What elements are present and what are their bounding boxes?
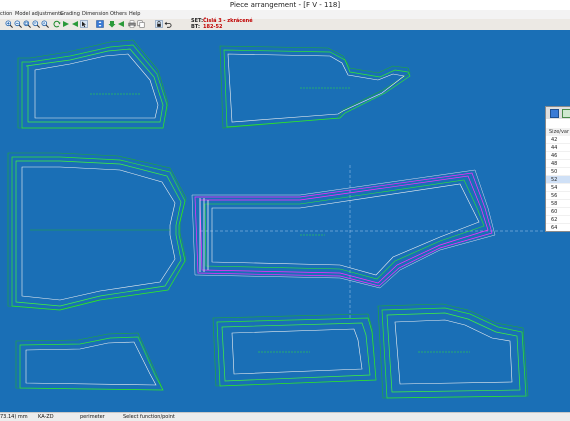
zoom-all-icon[interactable]: A <box>41 20 49 28</box>
menu-item-action[interactable]: ction <box>0 10 12 19</box>
zoom-previous-icon[interactable]: P <box>32 20 40 28</box>
size-row-56[interactable]: 56 <box>546 192 570 200</box>
grid-icon[interactable] <box>550 109 559 118</box>
menu-item-grading[interactable]: Grading <box>60 10 80 19</box>
move-piece-icon[interactable] <box>96 20 104 28</box>
menu-item-others[interactable]: Others <box>110 10 127 19</box>
svg-text:P: P <box>34 22 36 26</box>
refresh-icon[interactable] <box>53 20 61 28</box>
arrow-right-icon[interactable] <box>62 20 70 28</box>
size-row-42[interactable]: 42 <box>546 136 570 144</box>
marker-canvas[interactable] <box>0 30 570 412</box>
zoom-out-icon[interactable] <box>14 20 22 28</box>
size-row-60[interactable]: 60 <box>546 208 570 216</box>
piece-lock-icon[interactable] <box>155 20 163 28</box>
drawing-area[interactable] <box>0 30 570 412</box>
print-icon[interactable] <box>128 20 136 28</box>
pattern-piece[interactable] <box>15 332 164 391</box>
zoom-window-icon[interactable] <box>23 20 31 28</box>
window-title: Piece arrangement - [F V - 118] <box>229 1 341 9</box>
zoom-in-icon[interactable] <box>5 20 13 28</box>
menu-item-model-adjustments[interactable]: Model adjustments <box>15 10 63 19</box>
size-row-50[interactable]: 50 <box>546 168 570 176</box>
size-row-62[interactable]: 62 <box>546 216 570 224</box>
window-title-bar: Piece arrangement - [F V - 118] <box>0 0 570 10</box>
pattern-piece[interactable] <box>212 313 377 387</box>
size-column-header: Size/var <box>546 128 570 136</box>
menu-item-dimension[interactable]: Dimension <box>82 10 109 19</box>
pattern-piece[interactable] <box>219 45 411 129</box>
size-panel-toolbar <box>546 107 570 119</box>
size-row-46[interactable]: 46 <box>546 152 570 160</box>
pattern-piece[interactable] <box>377 303 529 399</box>
piece-icon[interactable] <box>562 109 570 118</box>
arrow-down-icon[interactable] <box>108 20 116 28</box>
size-variant-panel: Size/var 42 44 46 48 50 52 54 56 58 60 6… <box>545 106 570 232</box>
size-row-48[interactable]: 48 <box>546 160 570 168</box>
pattern-piece[interactable] <box>17 39 169 129</box>
menu-item-help[interactable]: Help <box>129 10 140 19</box>
arrow-left-icon[interactable] <box>117 20 125 28</box>
size-row-54[interactable]: 54 <box>546 184 570 192</box>
size-row-52[interactable]: 52 <box>546 176 570 184</box>
pattern-piece[interactable] <box>7 152 187 311</box>
size-row-44[interactable]: 44 <box>546 144 570 152</box>
size-row-58[interactable]: 58 <box>546 200 570 208</box>
pointer-icon[interactable] <box>80 20 88 28</box>
undo-icon[interactable] <box>164 20 172 28</box>
arrow-left-icon[interactable] <box>71 20 79 28</box>
pattern-piece-selected[interactable] <box>191 169 496 289</box>
size-row-64[interactable]: 64 <box>546 224 570 231</box>
toolbar: P A SET: Čislá 3 - zkrácené BT: 182-52 <box>0 18 570 30</box>
copy-icon[interactable] <box>137 20 145 28</box>
